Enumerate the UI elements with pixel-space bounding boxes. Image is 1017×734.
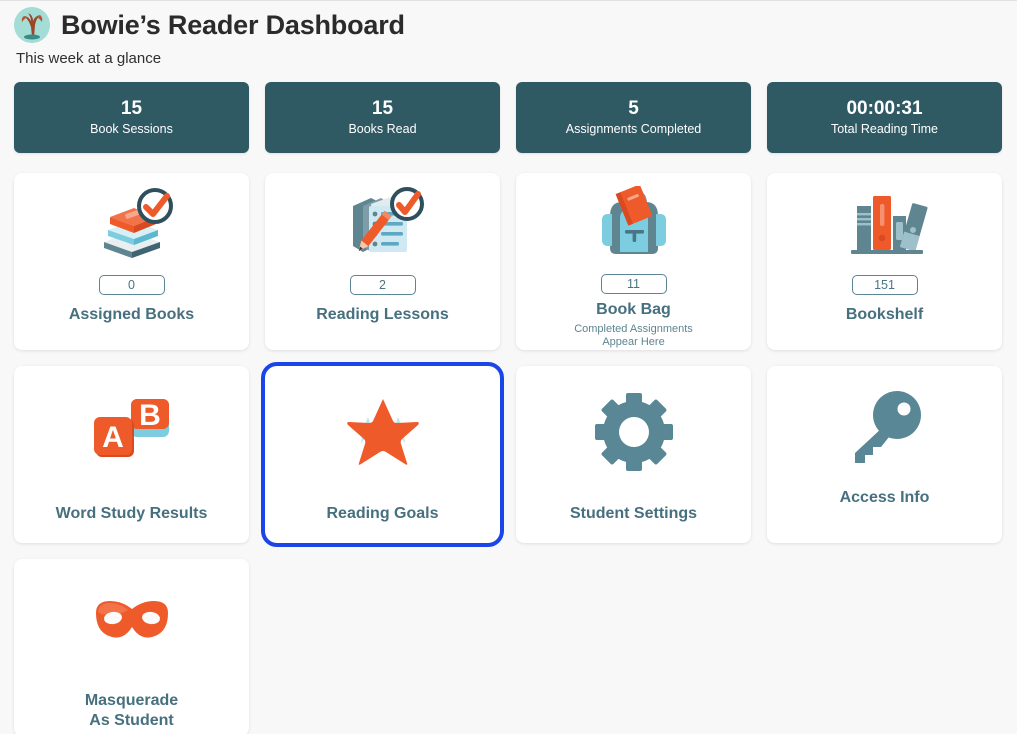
tile-sublabel-line2: Appear Here xyxy=(602,336,665,349)
stat-label: Book Sessions xyxy=(90,122,173,137)
stat-value: 5 xyxy=(628,98,639,120)
bookshelf-count-badge: 151 xyxy=(851,275,918,295)
tile-sublabel-line1: Completed Assignments xyxy=(574,322,693,335)
stat-label: Total Reading Time xyxy=(830,122,938,137)
page-subtitle: This week at a glance xyxy=(16,50,162,67)
backpack-icon xyxy=(588,177,680,272)
tile-masquerade-as-student[interactable]: Masquerade As Student xyxy=(14,559,249,734)
book-bag-count-badge: 11 xyxy=(600,274,667,295)
page-title: Bowie’s Reader Dashboard xyxy=(61,9,405,40)
stat-value: 00:00:31 xyxy=(846,98,923,120)
abc-blocks-icon: B A xyxy=(86,376,178,488)
gear-icon xyxy=(588,376,680,488)
stat-card-book-sessions: 15 Book Sessions xyxy=(14,82,249,153)
tile-label: Bookshelf xyxy=(845,306,924,323)
tile-label: Student Settings xyxy=(569,505,698,522)
books-stack-check-icon xyxy=(86,177,178,273)
stat-card-books-read: 15 Books Read xyxy=(265,82,500,153)
svg-text:A: A xyxy=(102,421,124,454)
tile-label: Masquerade As Student xyxy=(79,691,184,732)
tile-sublabel: Completed Assignments Appear Here xyxy=(574,323,693,351)
svg-text:B: B xyxy=(139,399,161,432)
tile-word-study-results[interactable]: B A Word Study Results xyxy=(14,366,249,543)
title-row: Bowie’s Reader Dashboard xyxy=(14,7,1017,43)
tile-reading-goals[interactable]: Reading Goals xyxy=(261,362,504,547)
tile-label: Book Bag xyxy=(596,301,671,319)
star-icon xyxy=(337,376,429,488)
tile-label: Reading Lessons xyxy=(316,306,449,323)
stat-label: Books Read xyxy=(348,122,417,137)
key-icon xyxy=(839,376,931,488)
tile-reading-lessons[interactable]: 2 Reading Lessons xyxy=(265,173,500,350)
stat-value: 15 xyxy=(371,98,394,120)
tile-grid: 0 Assigned Books 2 Reading Lessons 11 Bo… xyxy=(0,173,1017,734)
lesson-notepad-pencil-icon xyxy=(337,177,429,273)
stat-card-total-reading-time: 00:00:31 Total Reading Time xyxy=(767,82,1002,153)
tile-book-bag[interactable]: 11 Book Bag Completed Assignments Appear… xyxy=(516,173,751,350)
page-header: Bowie’s Reader Dashboard This week at a … xyxy=(0,1,1017,66)
tile-label: Access Info xyxy=(839,489,930,506)
stat-card-assignments-completed: 5 Assignments Completed xyxy=(516,82,751,153)
tile-bookshelf[interactable]: 151 Bookshelf xyxy=(767,173,1002,350)
tile-label-line1: Masquerade xyxy=(84,692,179,709)
tile-label: Assigned Books xyxy=(68,306,195,323)
tile-student-settings[interactable]: Student Settings xyxy=(516,366,751,543)
dashboard-page: Bowie’s Reader Dashboard This week at a … xyxy=(0,0,1017,734)
tile-label: Reading Goals xyxy=(326,505,439,522)
stat-value: 15 xyxy=(120,98,143,120)
tile-label: Word Study Results xyxy=(55,505,208,522)
bookshelf-icon xyxy=(839,177,931,273)
stats-strip: 15 Book Sessions 15 Books Read 5 Assignm… xyxy=(0,82,1017,153)
mask-icon xyxy=(86,573,178,673)
reading-lessons-count-badge: 2 xyxy=(349,275,416,295)
tile-access-info[interactable]: Access Info xyxy=(767,366,1002,543)
tile-assigned-books[interactable]: 0 Assigned Books xyxy=(14,173,249,350)
tile-label-line2: As Student xyxy=(89,712,174,730)
assigned-books-count-badge: 0 xyxy=(98,275,165,295)
tree-logo-icon xyxy=(14,7,50,43)
stat-label: Assignments Completed xyxy=(565,122,702,137)
